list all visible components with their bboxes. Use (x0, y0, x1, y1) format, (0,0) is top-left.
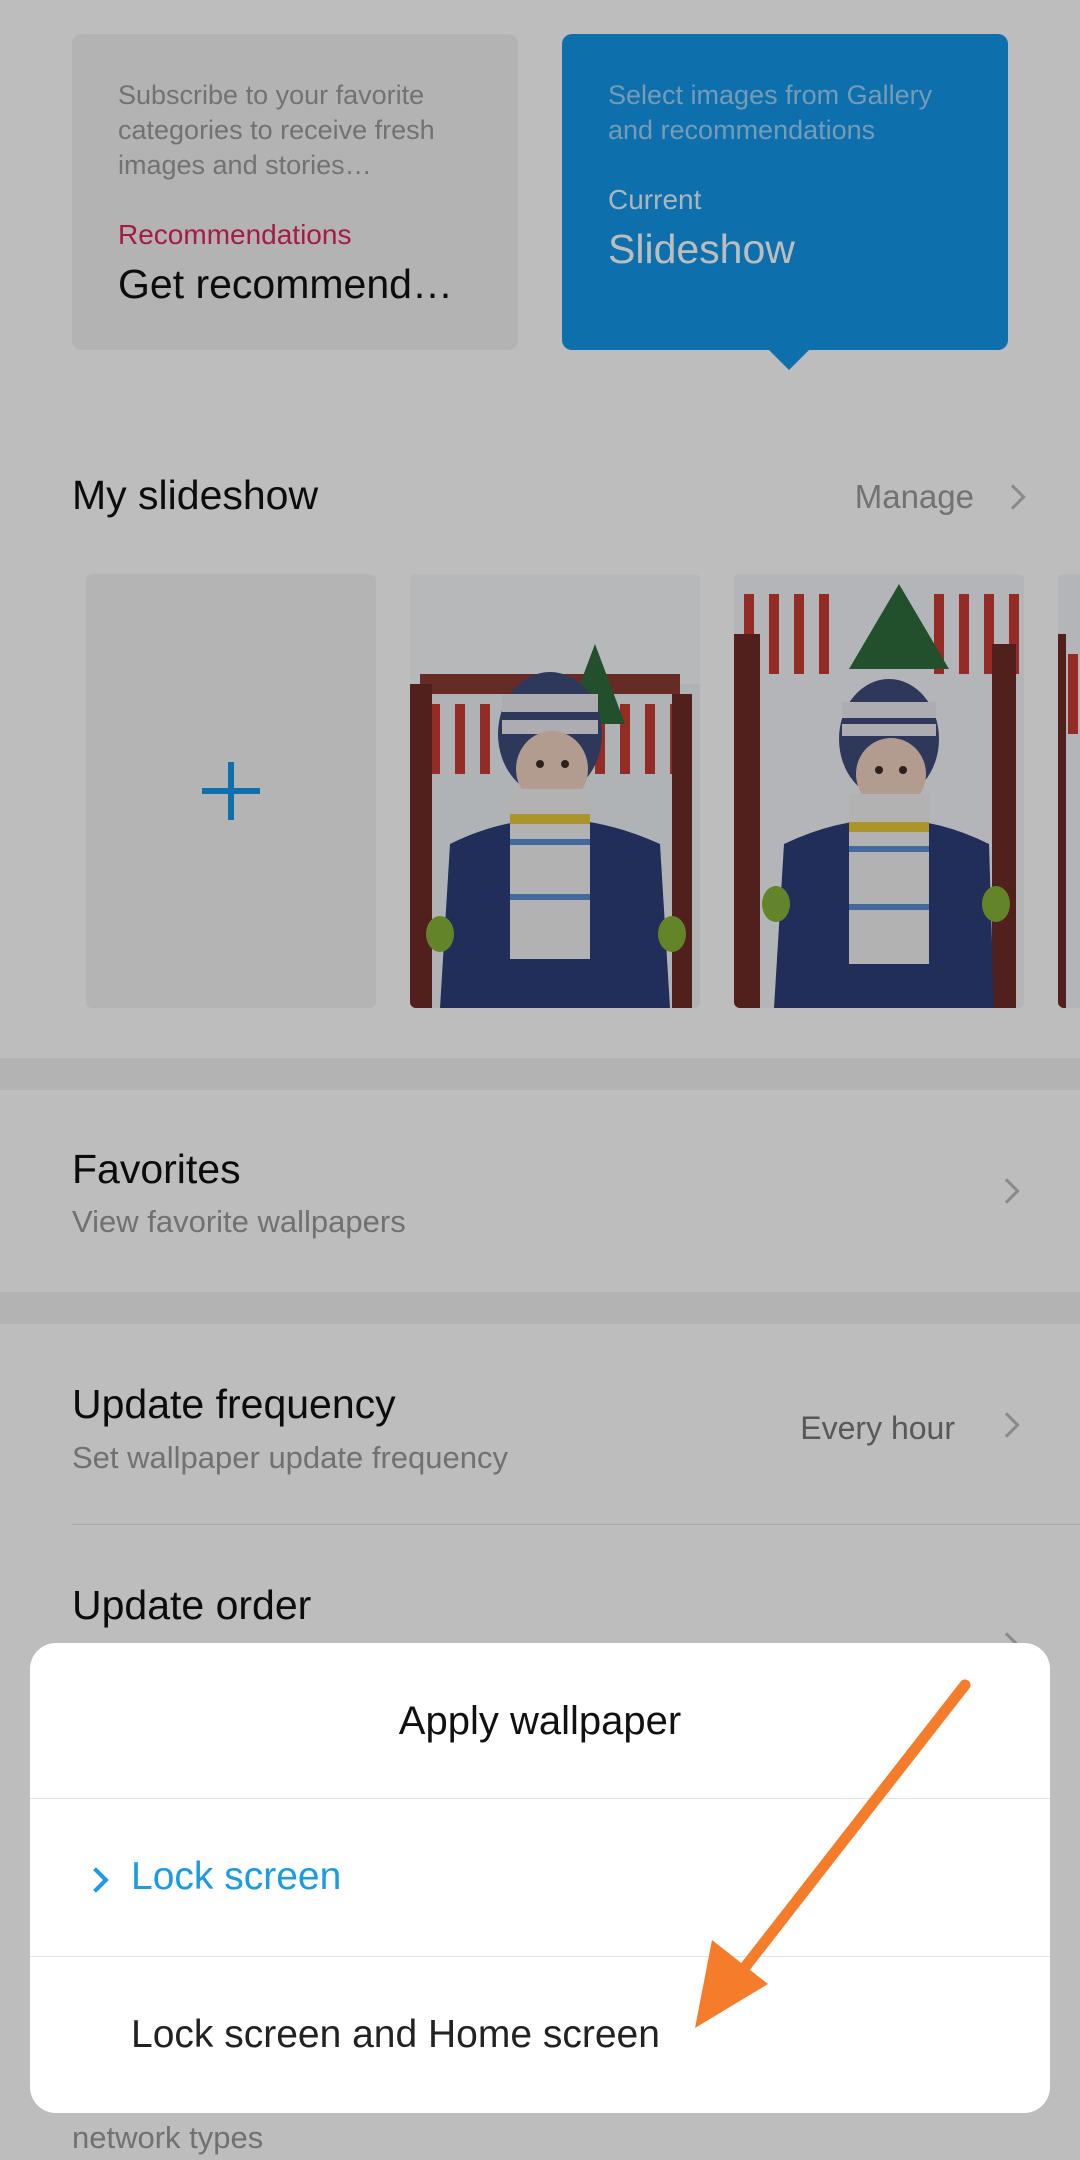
dialog-title: Apply wallpaper (398, 1699, 682, 1743)
option-label: Lock screen and Home screen (131, 2013, 660, 2056)
option-lock-screen[interactable]: Lock screen (30, 1799, 1050, 1955)
apply-wallpaper-dialog: Apply wallpaper Lock screen Lock screen … (30, 1643, 1050, 2113)
chevron-right-icon (83, 1867, 109, 1893)
wallpaper-settings-screen: Subscribe to your favorite categories to… (0, 0, 1080, 2160)
option-lock-and-home-screen[interactable]: Lock screen and Home screen (30, 1957, 1050, 2113)
option-label: Lock screen (131, 1855, 342, 1898)
